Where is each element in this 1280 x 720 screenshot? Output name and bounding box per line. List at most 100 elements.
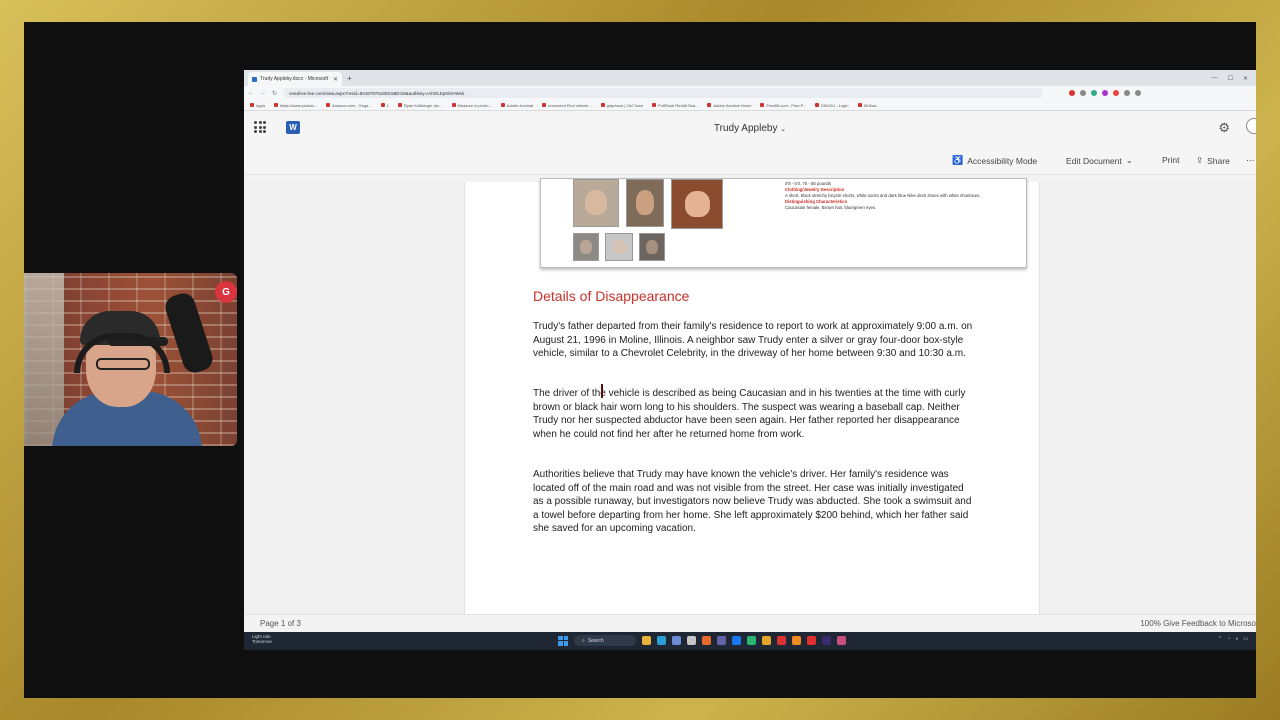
volume-icon[interactable]: ◖ [1235,636,1238,642]
taskbar-apps: ⌕ Search [558,635,846,646]
app-icon[interactable] [777,636,786,645]
document-title-text: Trudy Appleby [713,123,778,134]
forward-icon[interactable]: → [260,90,266,97]
accessibility-label: Accessibility Mode [967,155,1038,166]
close-tab-icon[interactable]: ✕ [333,76,338,83]
search-label: Search [587,637,604,644]
firefox-icon[interactable] [702,636,711,645]
reload-icon[interactable]: ↻ [272,90,277,97]
bookmark-item[interactable]: Adobe Acrobat [501,103,533,108]
bookmark-item[interactable]: https://www.youtub... [274,103,317,108]
bookmark-item[interactable]: Measure in photo... [452,103,492,108]
photo [573,179,619,227]
share-icon: ⇪ [1196,155,1204,165]
facebook-icon[interactable] [732,636,741,645]
photo [639,233,665,261]
share-label: Share [1207,155,1230,166]
channel-logo-icon: G [215,281,237,303]
browser-tab[interactable]: Trudy Appleby.docx - Microsoft ✕ [248,72,342,86]
maximize-icon[interactable]: ☐ [1228,75,1233,82]
extension-icons [1069,90,1142,96]
app-icon[interactable] [807,636,816,645]
extension-icon[interactable] [1080,90,1087,96]
screen-capture: Trudy Appleby.docx - Microsoft ✕ + — ☐ ✕… [244,70,1256,650]
taskbar-search[interactable]: ⌕ Search [574,635,636,646]
tab-title: Trudy Appleby.docx - Microsoft [260,76,329,82]
app-icon[interactable] [747,636,756,645]
more-options-icon[interactable]: ⋯ [1246,155,1255,166]
bookmark-item[interactable]: Apps [250,103,265,108]
settings-gear-icon[interactable]: ⚙ [1218,120,1230,136]
zoom-level[interactable]: 100% [1140,619,1160,628]
section-heading: Details of Disappearance [533,288,690,304]
network-icon[interactable]: ◔ [1227,636,1230,642]
teams-icon[interactable] [717,636,726,645]
page-count: Page 1 of 3 [260,619,301,628]
bookmark-item[interactable]: graphuse | Old Town [601,103,644,108]
windows-start-icon[interactable] [558,635,568,646]
chevron-down-icon: ⌄ [780,126,787,133]
status-bar: Page 1 of 3 100% Give Feedback to Micros… [244,614,1256,632]
mail-icon[interactable] [687,636,696,645]
document-page: 4'8 - 5'0, 75 - 85 pounds Clothing/Jewel… [464,178,1040,614]
app-icon[interactable] [792,636,801,645]
weather-subtext: Tomorrow [252,639,272,644]
chevron-up-icon[interactable]: ⌃ [1218,636,1222,642]
photo [573,233,599,261]
paragraph: Trudy's father departed from their famil… [533,321,973,359]
extension-icon[interactable] [1135,90,1142,96]
account-avatar[interactable] [1246,118,1256,134]
extension-icon[interactable] [1113,90,1120,96]
document-title[interactable]: Trudy Appleby ⌄ [244,123,1256,134]
photo [605,233,633,261]
bookmarks-bar: Apps https://www.youtub... Amazon.com - … [244,100,1256,111]
window-controls: — ☐ ✕ [1212,75,1256,82]
missing-person-poster: 4'8 - 5'0, 75 - 85 pounds Clothing/Jewel… [540,178,1027,268]
bookmark-item[interactable]: PollRush Reddit Sea... [652,103,698,108]
close-window-icon[interactable]: ✕ [1243,75,1248,82]
extension-icon[interactable] [1102,90,1109,96]
bookmark-item[interactable]: All Boo... [858,103,880,108]
accessibility-icon: ♿ [952,155,964,165]
share-button[interactable]: ⇪ Share [1196,155,1230,166]
paragraph: Authorities believe that Trudy may have … [533,469,972,534]
extension-icon[interactable] [1069,90,1076,96]
store-icon[interactable] [672,636,681,645]
premiere-icon[interactable] [822,636,831,645]
accessibility-mode-button[interactable]: ♿ Accessibility Mode [952,155,1037,166]
file-explorer-icon[interactable] [642,636,651,645]
chrome-icon[interactable] [762,636,771,645]
command-bar: ♿ Accessibility Mode Edit Document ⌄ Pri… [244,145,1256,175]
edit-document-label: Edit Document [1066,155,1122,166]
search-icon: ⌕ [582,637,585,644]
bookmark-item[interactable]: 1 [381,103,389,108]
new-tab-icon[interactable]: + [347,74,352,83]
bookmark-item[interactable]: Amazon.com - Sega... [326,103,372,108]
bookmark-item[interactable]: Adobe Acrobat Home [707,103,751,108]
poster-info: 4'8 - 5'0, 75 - 85 pounds Clothing/Jewel… [785,181,1005,211]
minimize-icon[interactable]: — [1212,75,1218,82]
webcam-overlay: G [24,273,237,446]
characteristics-text: Caucasian female. Brown hair, blue/green… [785,205,877,210]
browser-tab-bar: Trudy Appleby.docx - Microsoft ✕ + — ☐ ✕ [244,70,1256,86]
feedback-link[interactable]: Give Feedback to Microso [1163,619,1256,628]
bookmark-item[interactable]: recovered Find vehicle... [542,103,592,108]
bookmark-item[interactable]: DMV2U - Login [815,103,848,108]
url-field[interactable]: onedrive.live.com/view.aspx?resid=841878… [283,88,1044,98]
bookmark-item[interactable]: Free80.com - Free P... [760,103,806,108]
print-button[interactable]: Print [1162,155,1179,165]
app-icon[interactable] [837,636,846,645]
edit-document-button[interactable]: Edit Document ⌄ [1066,155,1133,166]
windows-taskbar: Light rain Tomorrow ⌕ Search ⌃ ◔ ◖ ▭ [244,632,1256,650]
battery-icon[interactable]: ▭ [1243,636,1248,642]
print-label: Print [1162,155,1180,165]
address-bar-row: ← → ↻ onedrive.live.com/view.aspx?resid=… [244,86,1256,100]
system-tray: ⌃ ◔ ◖ ▭ [1218,636,1248,642]
extension-icon[interactable] [1124,90,1131,96]
status-right: 100% Give Feedback to Microso [1140,619,1256,628]
weather-widget[interactable]: Light rain Tomorrow [252,634,272,644]
bookmark-item[interactable]: Ryan Kollberger (dc... [398,103,443,108]
edge-icon[interactable] [657,636,666,645]
extension-icon[interactable] [1091,90,1098,96]
back-icon[interactable]: ← [248,90,254,97]
